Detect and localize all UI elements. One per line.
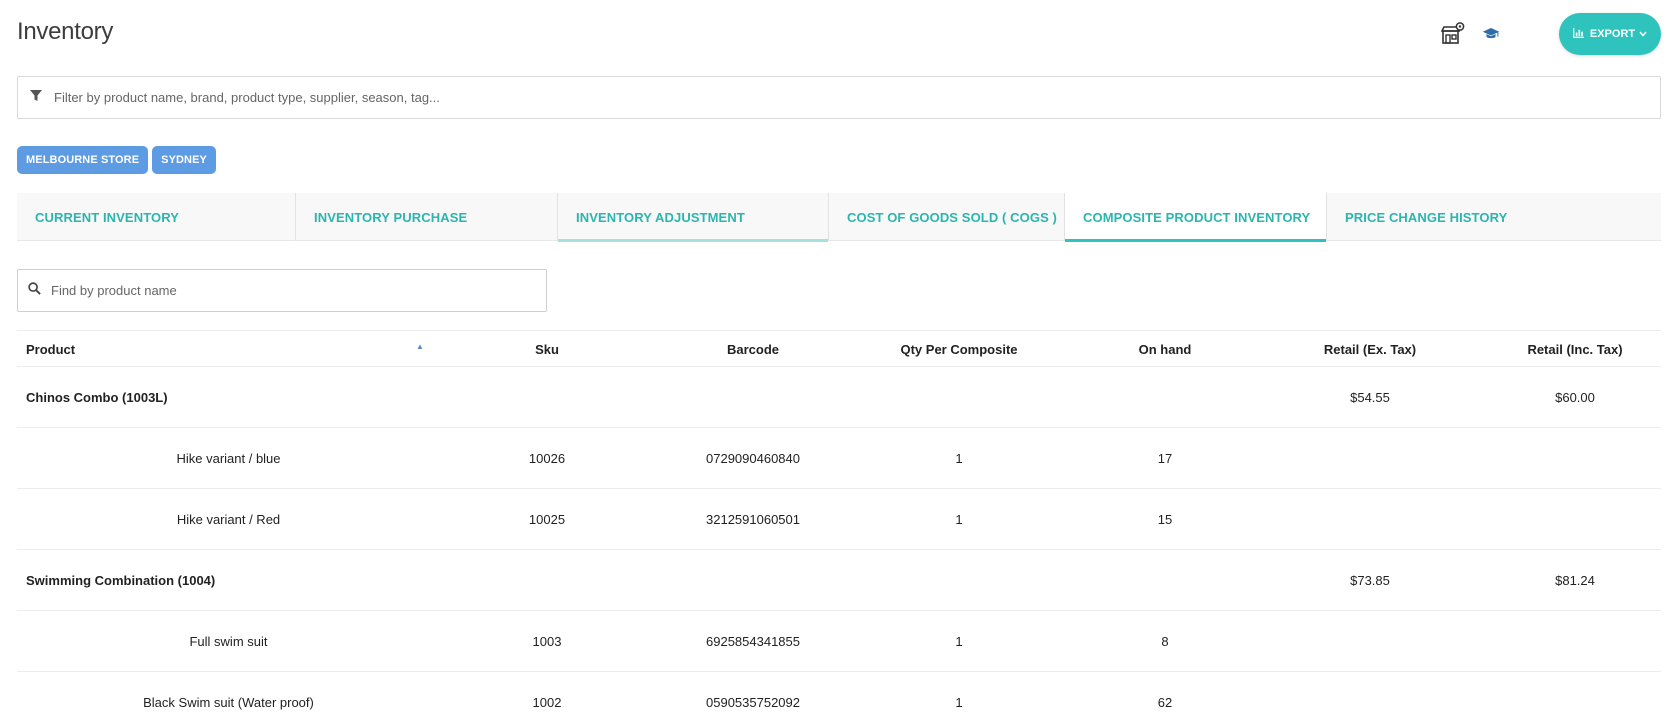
cell-on-hand: 15 — [1157, 512, 1173, 527]
cell-on-hand: 17 — [1157, 451, 1173, 466]
cell-retail-inc-tax — [1475, 489, 1675, 550]
inventory-tabs: CURRENT INVENTORY INVENTORY PURCHASE INV… — [17, 193, 1661, 242]
tab-inventory-purchase[interactable]: INVENTORY PURCHASE — [296, 193, 558, 241]
cell-barcode — [653, 550, 853, 611]
cell-product: Full swim suit — [189, 634, 268, 649]
cell-barcode: 6925854341855 — [706, 634, 800, 649]
search-input[interactable] — [51, 283, 511, 298]
col-header-sku[interactable]: Sku — [497, 331, 597, 368]
tab-current-inventory[interactable]: CURRENT INVENTORY — [17, 193, 296, 241]
cell-retail-ex-tax — [1270, 672, 1470, 724]
cell-retail-ex-tax — [1270, 611, 1470, 672]
store-chip-melbourne[interactable]: MELBOURNE STORE — [17, 146, 149, 174]
tab-price-change-history[interactable]: PRICE CHANGE HISTORY — [1327, 193, 1661, 241]
cell-product: Swimming Combination (1004) — [26, 573, 216, 588]
table-header: Product ▲ Sku Barcode Qty Per Composite … — [17, 330, 1661, 367]
cell-retail-inc-tax: $81.24 — [1555, 573, 1595, 588]
cell-product: Hike variant / blue — [176, 451, 281, 466]
composite-inventory-table: Product ▲ Sku Barcode Qty Per Composite … — [17, 330, 1661, 724]
cell-retail-inc-tax — [1475, 428, 1675, 489]
cell-qty: 1 — [955, 451, 963, 466]
cell-barcode: 0590535752092 — [706, 695, 800, 710]
cell-sku — [497, 550, 597, 611]
cell-retail-inc-tax — [1475, 672, 1675, 724]
cell-qty — [859, 550, 1059, 611]
cell-on-hand: 62 — [1157, 695, 1173, 710]
graduation-cap-icon[interactable] — [1477, 20, 1505, 48]
filter-input[interactable] — [54, 90, 1554, 105]
col-header-product[interactable]: Product — [26, 331, 431, 368]
col-header-on-hand[interactable]: On hand — [1065, 331, 1265, 368]
bar-chart-icon — [1572, 27, 1584, 41]
store-location-icon[interactable] — [1439, 20, 1467, 48]
table-row-composite[interactable]: Swimming Combination (1004) $73.85 $81.2… — [17, 550, 1661, 611]
cell-on-hand — [1065, 550, 1265, 611]
cell-qty: 1 — [955, 695, 963, 710]
cell-sku: 1003 — [532, 634, 562, 649]
col-header-retail-ex-tax[interactable]: Retail (Ex. Tax) — [1270, 331, 1470, 368]
col-header-retail-inc-tax[interactable]: Retail (Inc. Tax) — [1475, 331, 1675, 368]
cell-retail-ex-tax — [1270, 489, 1470, 550]
export-button[interactable]: EXPORT — [1559, 13, 1661, 55]
cell-barcode — [653, 367, 853, 428]
cell-sku: 10026 — [528, 451, 566, 466]
tab-composite-product-inventory[interactable]: COMPOSITE PRODUCT INVENTORY — [1065, 193, 1327, 242]
table-row-composite[interactable]: Chinos Combo (1003L) $54.55 $60.00 — [17, 367, 1661, 428]
export-label: EXPORT — [1589, 28, 1636, 40]
cell-product: Black Swim suit (Water proof) — [143, 695, 314, 710]
cell-barcode: 3212591060501 — [706, 512, 800, 527]
product-search-box — [17, 269, 547, 312]
cell-retail-ex-tax: $73.85 — [1350, 573, 1390, 588]
cell-product: Hike variant / Red — [176, 512, 281, 527]
cell-sku — [497, 367, 597, 428]
cell-on-hand: 8 — [1161, 634, 1169, 649]
search-icon — [28, 281, 41, 300]
cell-sku: 1002 — [532, 695, 562, 710]
cell-qty: 1 — [955, 634, 963, 649]
filter-bar — [17, 76, 1661, 119]
tab-inventory-adjustment[interactable]: INVENTORY ADJUSTMENT — [558, 193, 829, 242]
cell-retail-inc-tax: $60.00 — [1555, 390, 1595, 405]
sort-asc-icon[interactable]: ▲ — [416, 342, 424, 351]
table-row-component[interactable]: Hike variant / Red 10025 3212591060501 1… — [17, 489, 1661, 550]
filter-icon — [30, 89, 42, 107]
page-title: Inventory — [17, 18, 114, 45]
table-row-component[interactable]: Black Swim suit (Water proof) 1002 05905… — [17, 672, 1661, 724]
cell-retail-ex-tax: $54.55 — [1350, 390, 1390, 405]
cell-qty — [859, 367, 1059, 428]
store-chip-sydney[interactable]: SYDNEY — [152, 146, 216, 174]
cell-retail-inc-tax — [1475, 611, 1675, 672]
page-header: Inventory EXPORT — [17, 0, 1661, 70]
store-chips: MELBOURNE STORE SYDNEY — [17, 146, 216, 174]
col-header-barcode[interactable]: Barcode — [653, 331, 853, 368]
cell-product: Chinos Combo (1003L) — [26, 390, 168, 405]
tab-cogs[interactable]: COST OF GOODS SOLD ( COGS ) — [829, 193, 1065, 241]
cell-retail-ex-tax — [1270, 428, 1470, 489]
cell-qty: 1 — [955, 512, 963, 527]
col-header-qty-per-composite[interactable]: Qty Per Composite — [859, 331, 1059, 368]
chevron-down-icon — [1639, 29, 1647, 39]
table-row-component[interactable]: Hike variant / blue 10026 0729090460840 … — [17, 428, 1661, 489]
table-row-component[interactable]: Full swim suit 1003 6925854341855 1 8 — [17, 611, 1661, 672]
cell-on-hand — [1065, 367, 1265, 428]
cell-barcode: 0729090460840 — [706, 451, 800, 466]
cell-sku: 10025 — [528, 512, 566, 527]
